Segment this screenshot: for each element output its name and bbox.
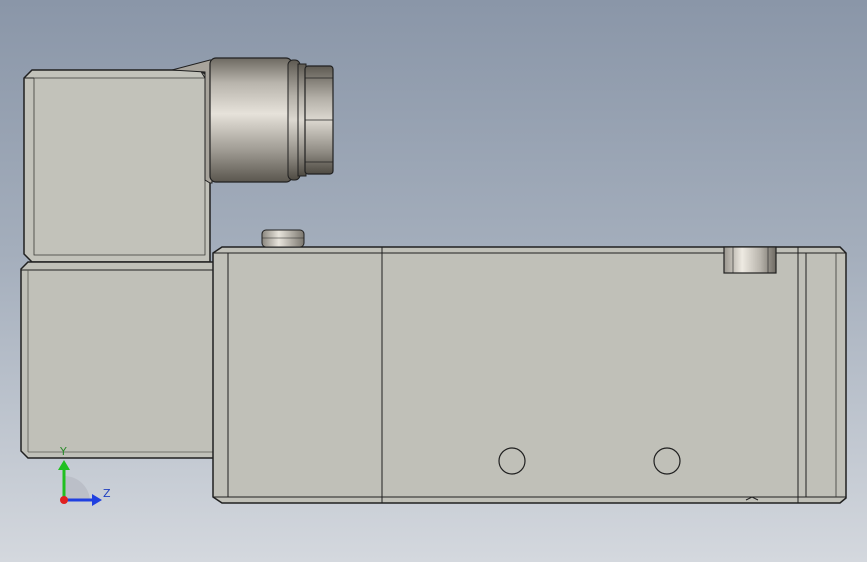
valve-body <box>212 246 847 504</box>
mounting-hole <box>498 447 526 475</box>
pilot-port <box>723 246 777 274</box>
z-axis-arrow <box>92 494 102 506</box>
coil-housing <box>20 261 216 459</box>
y-axis-arrow <box>58 460 70 470</box>
y-axis-label: Y <box>59 445 67 458</box>
mounting-hole <box>653 447 681 475</box>
connector-plug-box <box>23 69 211 263</box>
manual-override-boss <box>261 229 305 248</box>
origin-dot <box>60 496 68 504</box>
cad-model-drawing: Y Z <box>20 57 847 506</box>
cad-viewport[interactable]: Y Z <box>0 0 867 562</box>
z-axis-label: Z <box>103 487 111 500</box>
